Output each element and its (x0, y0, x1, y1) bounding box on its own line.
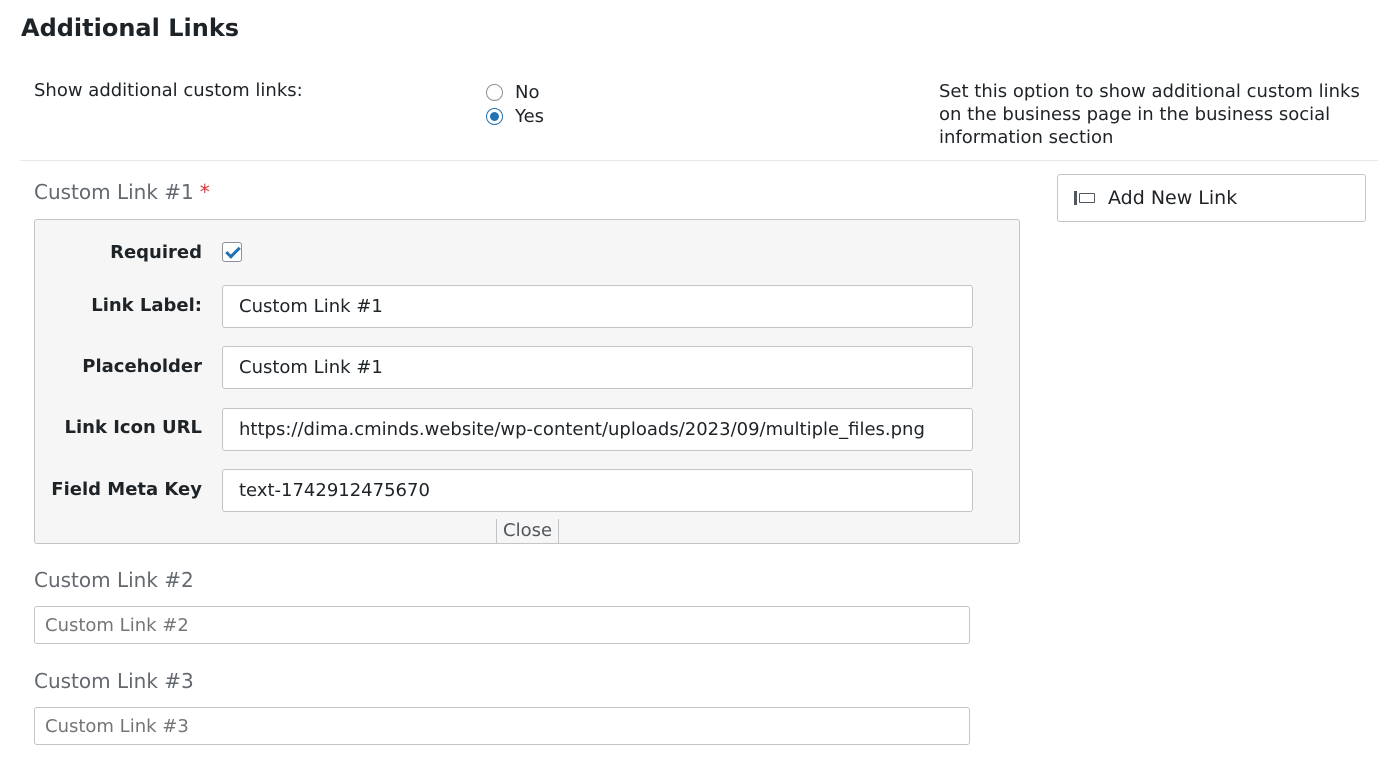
radio-yes[interactable] (486, 107, 503, 125)
link-icon-url-input[interactable] (222, 408, 973, 451)
radio-no-label[interactable]: No (515, 82, 539, 103)
custom-link-2-title: Custom Link #2 (34, 568, 194, 592)
link-icon-url-label: Link Icon URL (64, 417, 202, 438)
field-meta-key-input[interactable] (222, 469, 973, 512)
custom-link-1-title-text: Custom Link #1 (34, 180, 194, 204)
add-new-link-label[interactable]: Add New Link (1108, 187, 1237, 209)
add-new-link-button[interactable]: Add New Link (1057, 174, 1366, 222)
radio-option-yes[interactable]: Yes (486, 104, 544, 128)
close-button[interactable]: Close (496, 519, 560, 543)
divider (20, 160, 1378, 161)
show-links-description: Set this option to show additional custo… (939, 81, 1360, 148)
section-title: Additional Links (21, 14, 240, 42)
custom-link-3-title: Custom Link #3 (34, 669, 194, 693)
required-checkbox[interactable] (222, 242, 242, 262)
required-label: Required (110, 242, 202, 263)
placeholder-input[interactable] (222, 346, 973, 389)
custom-link-3-input[interactable] (34, 707, 970, 745)
link-label-label: Link Label: (91, 295, 202, 316)
radio-option-no[interactable]: No (486, 80, 544, 104)
field-meta-key-label: Field Meta Key (51, 479, 202, 500)
radio-no[interactable] (486, 83, 503, 101)
show-links-label: Show additional custom links: (34, 80, 303, 101)
custom-link-2-input[interactable] (34, 606, 970, 644)
add-link-icon (1074, 191, 1096, 205)
show-links-radio-group: No Yes (486, 80, 544, 128)
required-star: * (199, 180, 210, 204)
custom-link-1-panel: Required Link Label: Placeholder Link Ic… (34, 219, 1020, 544)
placeholder-label: Placeholder (82, 356, 202, 377)
link-label-input[interactable] (222, 285, 973, 328)
custom-link-1-title: Custom Link #1 * (34, 180, 210, 204)
radio-yes-label[interactable]: Yes (515, 106, 544, 127)
